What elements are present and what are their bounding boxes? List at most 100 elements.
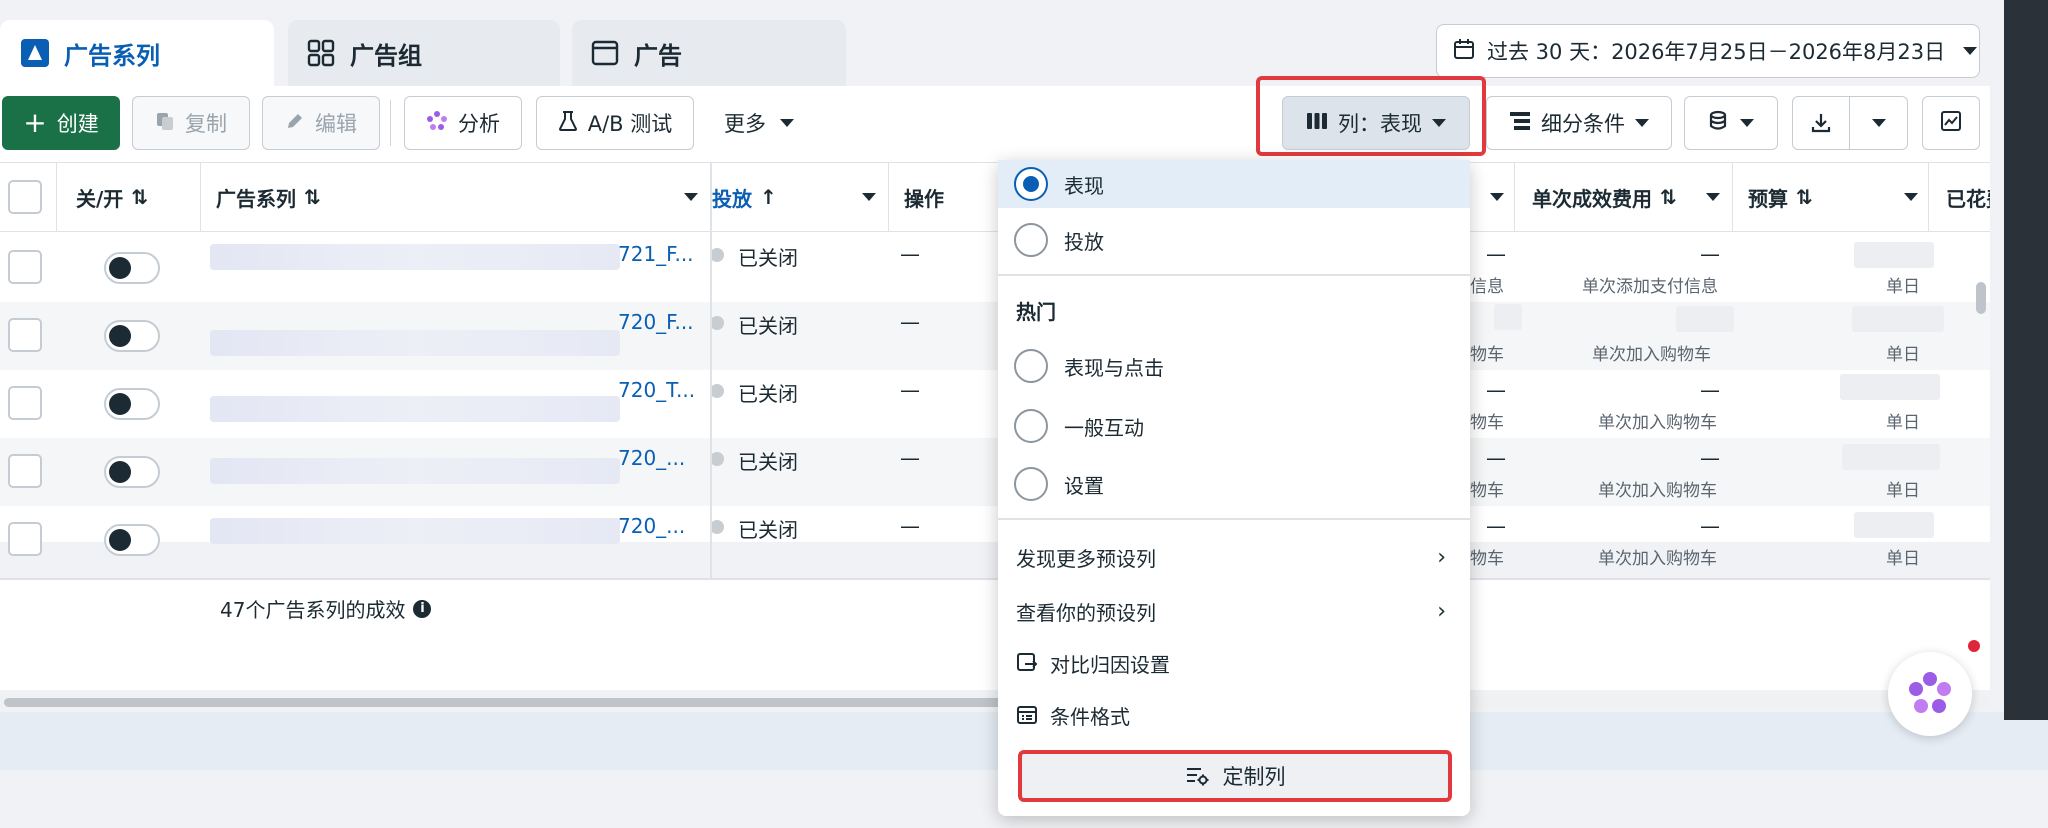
sort-ascending-icon: ↑ bbox=[760, 185, 777, 209]
result-subtext: 信息 bbox=[1470, 277, 1504, 297]
cost-subtext: 单次加入购物车 bbox=[1598, 413, 1717, 433]
header-spent[interactable]: 已花费 bbox=[1946, 162, 1990, 232]
analyze-button[interactable]: 分析 bbox=[404, 96, 522, 150]
budget-subtext: 单日 bbox=[1886, 345, 1920, 365]
ai-assistant-button[interactable] bbox=[1888, 652, 1972, 736]
campaign-toggle[interactable] bbox=[104, 524, 160, 556]
customize-columns-button[interactable]: 定制列 bbox=[1018, 750, 1452, 802]
side-panel-edge bbox=[2004, 0, 2048, 720]
ads-manager: 广告系列 广告组 广告 过去 30 天：2026年7月25日－2026年8月23… bbox=[0, 0, 2048, 828]
menu-divider bbox=[998, 518, 1470, 520]
header-spent-label: 已花费 bbox=[1946, 186, 1990, 211]
cost-subtext: 单次添加支付信息 bbox=[1582, 277, 1718, 297]
copy-button[interactable]: 复制 bbox=[132, 96, 250, 150]
header-budget[interactable]: 预算 ⇅ bbox=[1748, 162, 1813, 232]
campaign-name-link[interactable]: 720_... bbox=[618, 514, 685, 538]
redacted-campaign-name bbox=[210, 518, 620, 544]
row-checkbox[interactable] bbox=[8, 454, 42, 488]
status-dot bbox=[710, 248, 724, 262]
row-checkbox[interactable] bbox=[8, 250, 42, 284]
breakdown-button[interactable]: 细分条件 bbox=[1486, 96, 1672, 150]
discover-presets-item[interactable]: 发现更多预设列 › bbox=[998, 532, 1470, 582]
campaign-name-link[interactable]: 721_F... bbox=[618, 242, 694, 266]
sort-icon: ⇅ bbox=[304, 185, 321, 209]
tab-ads[interactable]: 广告 bbox=[572, 20, 846, 86]
select-all-checkbox[interactable] bbox=[8, 180, 42, 214]
budget-subtext: 单日 bbox=[1886, 277, 1920, 297]
date-range-picker[interactable]: 过去 30 天：2026年7月25日－2026年8月23日 bbox=[1436, 24, 1980, 78]
campaign-toggle[interactable] bbox=[104, 252, 160, 284]
redacted-campaign-name bbox=[210, 330, 620, 356]
campaign-name-link[interactable]: 720_... bbox=[618, 446, 685, 470]
info-icon[interactable]: i bbox=[413, 599, 432, 618]
stack-icon bbox=[1708, 110, 1730, 137]
more-button[interactable]: 更多 bbox=[724, 96, 794, 150]
create-button[interactable]: + 创建 bbox=[2, 96, 120, 150]
breakdown-label: 细分条件 bbox=[1541, 112, 1625, 136]
chevron-down-icon bbox=[1490, 193, 1504, 201]
option-label: 投放 bbox=[1064, 229, 1104, 254]
radio-icon bbox=[1014, 349, 1048, 383]
sort-icon: ⇅ bbox=[1660, 185, 1677, 209]
calendar-icon bbox=[1453, 38, 1475, 65]
horizontal-scrollbar-thumb[interactable] bbox=[4, 698, 1104, 707]
header-campaign-label: 广告系列 bbox=[216, 186, 296, 211]
row-checkbox[interactable] bbox=[8, 522, 42, 556]
analyze-flower-icon bbox=[426, 110, 448, 137]
status-dot bbox=[710, 452, 724, 466]
vertical-scrollbar-thumb[interactable] bbox=[1976, 282, 1986, 314]
campaign-toggle[interactable] bbox=[104, 388, 160, 420]
compare-attribution-item[interactable]: 对比归因设置 bbox=[998, 638, 1470, 688]
result-subtext: 物车 bbox=[1470, 481, 1504, 501]
header-cost-per-result[interactable]: 单次成效费用 ⇅ bbox=[1532, 162, 1677, 232]
row-checkbox[interactable] bbox=[8, 318, 42, 352]
view-presets-item[interactable]: 查看你的预设列 › bbox=[998, 586, 1470, 636]
preset-performance-clicks-option[interactable]: 表现与点击 bbox=[998, 340, 1470, 392]
plus-icon: + bbox=[23, 106, 47, 139]
download-icon[interactable] bbox=[1793, 97, 1851, 149]
reports-stack-button[interactable] bbox=[1684, 96, 1778, 150]
delivery-status: 已关闭 bbox=[738, 450, 798, 474]
adset-grid-icon bbox=[306, 38, 336, 68]
redacted-campaign-name bbox=[210, 244, 620, 270]
tab-campaigns[interactable]: 广告系列 bbox=[0, 20, 274, 86]
campaign-toggle[interactable] bbox=[104, 320, 160, 352]
campaign-toggle[interactable] bbox=[104, 456, 160, 488]
result-subtext: 物车 bbox=[1470, 345, 1504, 365]
status-dot bbox=[710, 384, 724, 398]
header-toggle[interactable]: 关/开 ⇅ bbox=[76, 162, 148, 232]
preset-delivery-option[interactable]: 投放 bbox=[998, 214, 1470, 266]
delivery-status: 已关闭 bbox=[738, 246, 798, 270]
expand-chart-button[interactable] bbox=[1922, 96, 1980, 150]
item-label: 条件格式 bbox=[1050, 704, 1130, 729]
tab-label: 广告组 bbox=[350, 41, 422, 70]
ab-test-button[interactable]: A/B 测试 bbox=[536, 96, 694, 150]
preset-engagement-option[interactable]: 一般互动 bbox=[998, 400, 1470, 452]
chevron-right-icon: › bbox=[1437, 544, 1446, 570]
header-actions[interactable]: 操作 bbox=[904, 162, 944, 232]
chevron-down-icon bbox=[1871, 119, 1886, 127]
copy-icon bbox=[155, 111, 175, 136]
chevron-down-icon bbox=[684, 193, 698, 201]
campaign-name-link[interactable]: 720_T... bbox=[618, 378, 695, 402]
tab-adsets[interactable]: 广告组 bbox=[288, 20, 560, 86]
actions-value: — bbox=[900, 514, 920, 538]
budget-subtext: 单日 bbox=[1886, 549, 1920, 569]
header-campaign[interactable]: 广告系列 ⇅ bbox=[216, 162, 321, 232]
header-delivery[interactable]: 投放 ↑ bbox=[712, 162, 777, 232]
campaign-name-link[interactable]: 720_F... bbox=[618, 310, 694, 334]
edit-button[interactable]: 编辑 bbox=[262, 96, 380, 150]
export-button[interactable] bbox=[1792, 96, 1908, 150]
preset-settings-option[interactable]: 设置 bbox=[998, 458, 1470, 510]
radio-icon bbox=[1014, 467, 1048, 501]
export-dropdown-toggle[interactable] bbox=[1850, 119, 1907, 127]
chevron-down-icon bbox=[1963, 47, 1978, 55]
redacted-budget bbox=[1852, 306, 1944, 332]
preset-performance-option[interactable]: 表现 bbox=[998, 160, 1470, 208]
column-divider bbox=[1928, 162, 1929, 232]
row-checkbox[interactable] bbox=[8, 386, 42, 420]
conditional-format-item[interactable]: 条件格式 bbox=[998, 690, 1470, 740]
header-actions-label: 操作 bbox=[904, 186, 944, 211]
ad-window-icon bbox=[590, 38, 620, 68]
option-label: 表现 bbox=[1064, 173, 1104, 198]
